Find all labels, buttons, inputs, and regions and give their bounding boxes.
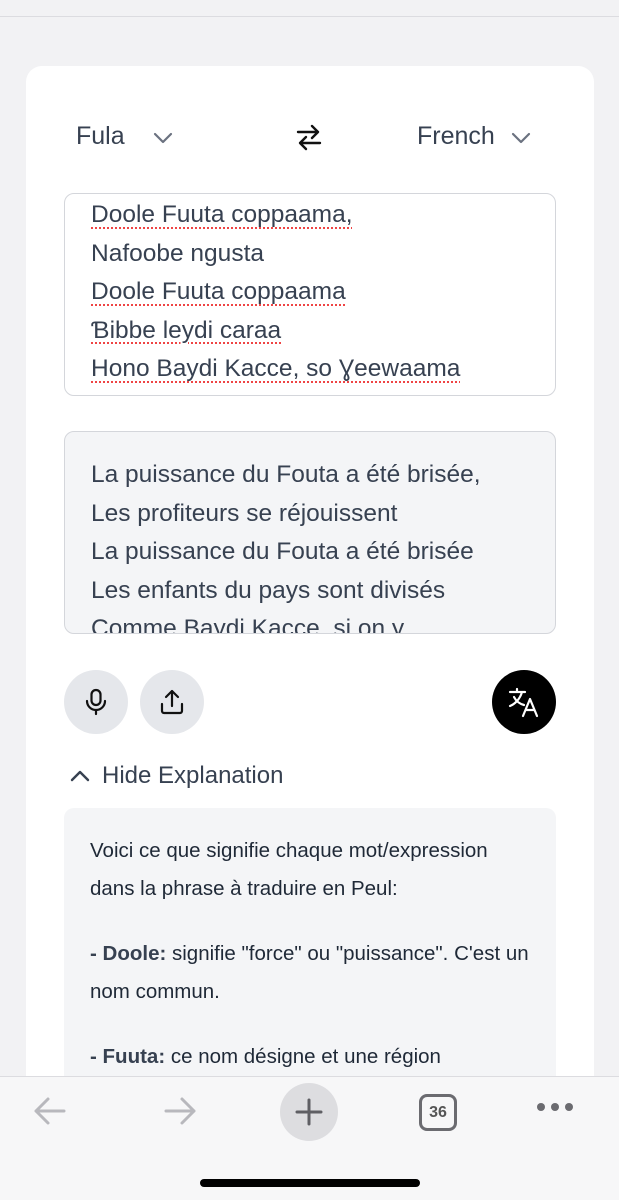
new-tab-button[interactable] bbox=[280, 1083, 338, 1141]
home-indicator bbox=[200, 1179, 420, 1187]
source-line: Ɓibbe leydi caraa bbox=[91, 316, 282, 344]
tab-count: 36 bbox=[429, 1103, 447, 1121]
translation-line: Comme Baydi Kacce, si on y bbox=[91, 615, 405, 634]
microphone-button[interactable] bbox=[64, 670, 128, 734]
arrow-right-icon bbox=[164, 1097, 196, 1125]
swap-arrows-icon bbox=[296, 124, 322, 151]
arrow-left-icon bbox=[34, 1097, 66, 1125]
explanation-item: - Fuuta: ce nom désigne et une région bbox=[90, 1038, 530, 1076]
source-language-select[interactable]: Fula bbox=[76, 122, 173, 151]
translation-output[interactable]: La puissance du Fouta a été brisée, Les … bbox=[64, 431, 556, 634]
more-dots-icon bbox=[537, 1103, 545, 1111]
translate-button[interactable] bbox=[492, 670, 556, 734]
explanation-term: - Doole: bbox=[90, 942, 167, 965]
hide-explanation-toggle[interactable]: Hide Explanation bbox=[70, 762, 283, 790]
upload-icon bbox=[160, 689, 184, 715]
swap-languages-button[interactable] bbox=[294, 122, 324, 152]
source-line: Doole Fuuta coppaama, bbox=[91, 201, 353, 228]
translation-line: La puissance du Fouta a été brisée, bbox=[91, 461, 481, 488]
microphone-icon bbox=[85, 688, 107, 716]
translator-card: Fula French Doole Fuuta coppaama, Nafoob… bbox=[26, 66, 594, 1128]
chevron-up-icon bbox=[70, 770, 90, 782]
chevron-down-icon bbox=[511, 122, 531, 151]
target-language-label: French bbox=[417, 122, 495, 150]
translate-icon bbox=[508, 687, 539, 718]
hide-explanation-label: Hide Explanation bbox=[102, 762, 284, 789]
forward-button[interactable] bbox=[160, 1091, 200, 1136]
source-line: Hono Baydi Kacce, so Ɣeewaama bbox=[91, 355, 461, 382]
source-text-input[interactable]: Doole Fuuta coppaama, Nafoobe ngusta Doo… bbox=[64, 193, 556, 396]
explanation-definition: ce nom désigne et une région bbox=[165, 1045, 441, 1068]
explanation-intro: Voici ce que signifie chaque mot/express… bbox=[90, 839, 488, 900]
target-language-select[interactable]: French bbox=[417, 122, 531, 151]
more-menu-button[interactable] bbox=[537, 1103, 573, 1111]
top-divider bbox=[0, 16, 619, 17]
upload-button[interactable] bbox=[140, 670, 204, 734]
explanation-item: - Doole: signifie "force" ou "puissance"… bbox=[90, 935, 530, 1010]
chevron-down-icon bbox=[153, 122, 173, 151]
translation-line: Les enfants du pays sont divisés bbox=[91, 576, 446, 604]
translation-line: Les profiteurs se réjouissent bbox=[91, 499, 398, 527]
plus-icon bbox=[295, 1098, 323, 1126]
source-language-label: Fula bbox=[76, 122, 125, 150]
explanation-term: - Fuuta: bbox=[90, 1045, 166, 1068]
tab-switcher-button[interactable]: 36 bbox=[419, 1094, 457, 1131]
translation-line: La puissance du Fouta a été brisée bbox=[91, 538, 474, 565]
source-line: Nafoobe ngusta bbox=[91, 239, 264, 267]
back-button[interactable] bbox=[30, 1091, 70, 1136]
source-line: Doole Fuuta coppaama bbox=[91, 278, 346, 305]
